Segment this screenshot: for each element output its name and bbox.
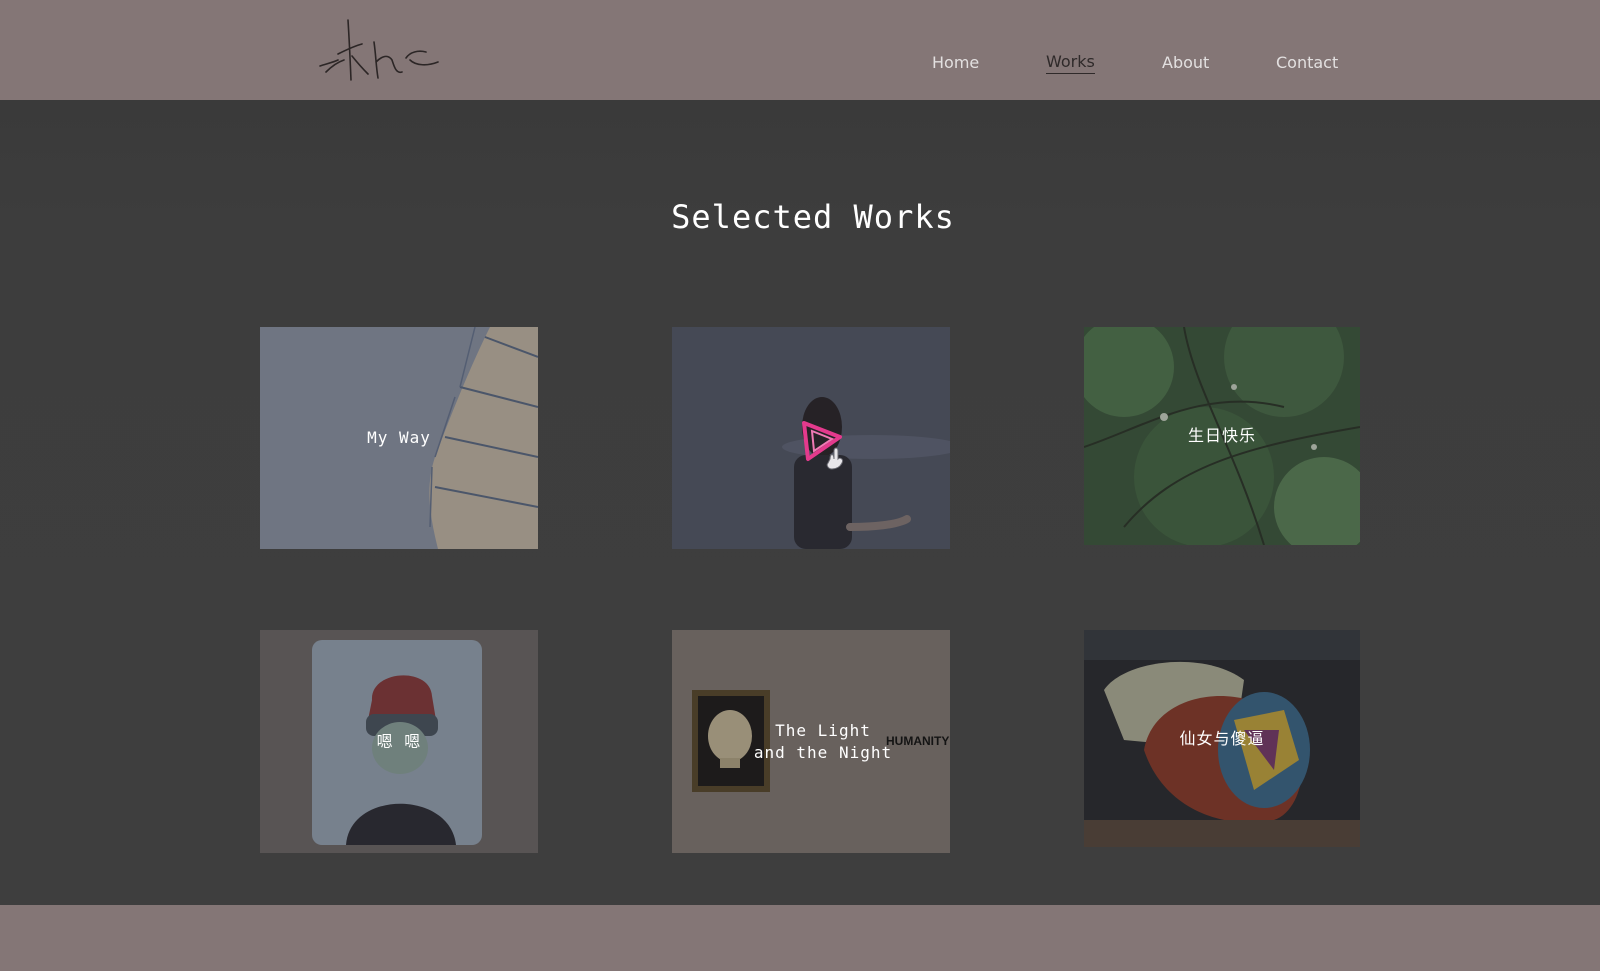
work-card-enen[interactable]: 嗯 嗯 <box>260 630 538 853</box>
work-card-birthday[interactable]: 生日快乐 <box>1084 327 1360 545</box>
nav-works[interactable]: Works <box>1046 51 1095 74</box>
work-title: 生日快乐 <box>1187 426 1256 445</box>
work-title: 仙女与傻逼 <box>1179 728 1265 748</box>
site-header: Home Works About Contact <box>0 0 1600 100</box>
work-card-my-way[interactable]: My Way <box>260 327 538 549</box>
logo[interactable] <box>316 16 442 84</box>
work-title: 嗯 嗯 <box>376 731 422 751</box>
work-title: The Light and the Night <box>753 720 893 762</box>
nav-home[interactable]: Home <box>932 51 979 75</box>
nav-about[interactable]: About <box>1162 51 1209 75</box>
work-card-fairy[interactable]: 仙女与傻逼 <box>1084 630 1360 847</box>
site-footer <box>0 905 1600 971</box>
nav-contact[interactable]: Contact <box>1276 51 1338 75</box>
work-title: My Way <box>367 428 431 447</box>
play-triangle-icon[interactable] <box>800 419 850 471</box>
work-card-video[interactable] <box>672 327 950 549</box>
work-card-light-night[interactable]: HUMANITY The Light and the Night <box>672 630 950 853</box>
page-title: Selected Works <box>671 198 955 236</box>
